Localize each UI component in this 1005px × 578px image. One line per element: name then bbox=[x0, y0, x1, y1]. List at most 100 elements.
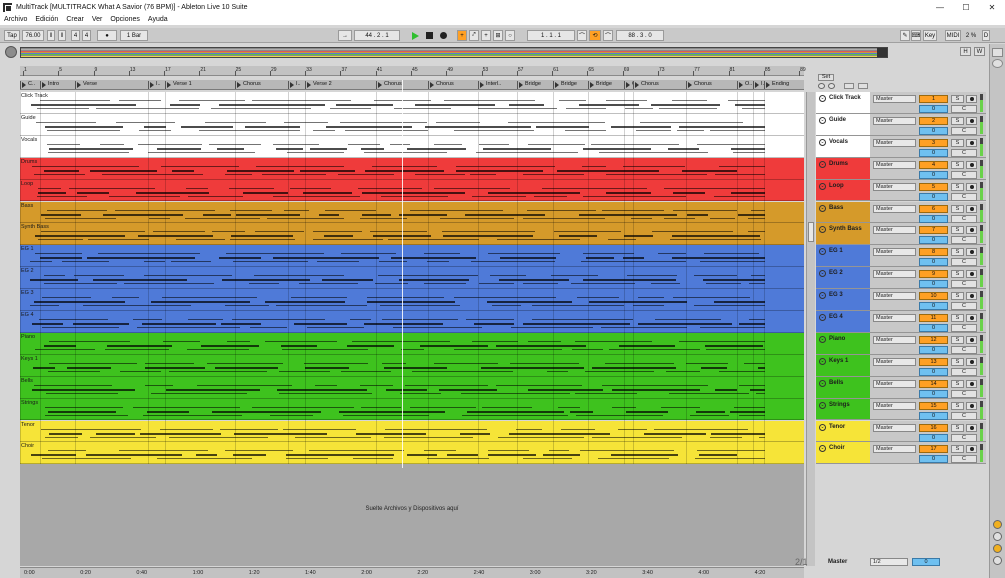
record-icon[interactable] bbox=[438, 30, 448, 41]
song-position-field[interactable]: 44 . 2 . 1 bbox=[354, 30, 400, 41]
cue-button[interactable]: C bbox=[951, 280, 977, 289]
follow-icon[interactable]: → bbox=[338, 30, 352, 41]
arm-record-icon[interactable] bbox=[966, 182, 977, 191]
solo-button[interactable]: S bbox=[951, 226, 964, 235]
output-route-select[interactable]: Master bbox=[873, 335, 916, 344]
master-output-route[interactable]: 1/2 bbox=[870, 558, 908, 566]
track-header[interactable]: ⌄ Click Track Master 1 0 S C bbox=[816, 92, 986, 114]
output-route-select[interactable]: Master bbox=[873, 314, 916, 322]
cue-button[interactable]: C bbox=[951, 411, 977, 420]
track-volume[interactable]: 0 bbox=[919, 258, 948, 267]
output-route-select[interactable]: Master bbox=[873, 401, 916, 410]
fold-icon[interactable]: ⌄ bbox=[819, 160, 826, 168]
cue-button[interactable]: C bbox=[951, 236, 977, 245]
track-title-bar[interactable]: ⌄ Piano bbox=[816, 332, 870, 354]
track-title-bar[interactable]: ⌄ Bass bbox=[816, 201, 870, 223]
minimize-button[interactable]: — bbox=[927, 3, 953, 12]
menu-crear[interactable]: Crear bbox=[66, 16, 84, 23]
re-enable-automation-icon[interactable]: + bbox=[481, 30, 491, 41]
solo-button[interactable]: S bbox=[951, 270, 964, 279]
time-ruler[interactable]: 0:00 0:20 0:40 1:00 1:20 1:40 2:00 2:20 2:40 3:00… bbox=[20, 567, 804, 578]
solo-button[interactable]: S bbox=[951, 292, 964, 301]
fold-icon[interactable]: ⌄ bbox=[819, 379, 826, 387]
solo-button[interactable]: S bbox=[951, 95, 964, 103]
arm-record-icon[interactable] bbox=[966, 445, 977, 454]
session-record-icon[interactable]: ○ bbox=[505, 30, 515, 41]
track-activator[interactable]: 5 bbox=[919, 182, 948, 191]
solo-button[interactable]: S bbox=[951, 335, 964, 344]
fold-icon[interactable]: ⌄ bbox=[819, 357, 826, 365]
track-volume[interactable]: 0 bbox=[919, 214, 948, 223]
returns-icon[interactable] bbox=[993, 544, 1002, 553]
vertical-scrollbar[interactable] bbox=[806, 92, 815, 566]
track-activator[interactable]: 16 bbox=[919, 423, 948, 432]
sends-icon[interactable] bbox=[993, 532, 1002, 541]
arrangement-overview[interactable] bbox=[20, 47, 888, 58]
close-button[interactable]: ✕ bbox=[979, 3, 1005, 12]
track-volume[interactable]: 0 bbox=[919, 324, 948, 332]
track-activator[interactable]: 11 bbox=[919, 314, 948, 322]
track-volume[interactable]: 0 bbox=[919, 411, 948, 420]
track-title-bar[interactable]: ⌄ EG 1 bbox=[816, 245, 870, 267]
fold-icon[interactable]: ⌄ bbox=[819, 292, 826, 300]
forward-icon[interactable] bbox=[828, 83, 835, 89]
fold-icon[interactable]: ⌄ bbox=[819, 270, 826, 278]
track-volume[interactable]: 0 bbox=[919, 148, 948, 157]
output-route-select[interactable]: Master bbox=[873, 379, 916, 388]
track-activator[interactable]: 8 bbox=[919, 248, 948, 257]
overview-zoom-icon[interactable] bbox=[5, 46, 17, 58]
solo-button[interactable]: S bbox=[951, 160, 964, 169]
loop-length-field[interactable]: 88 . 3 . 0 bbox=[616, 30, 664, 41]
locator-marker[interactable]: Bridge bbox=[517, 81, 553, 89]
browser-toggle-icon[interactable] bbox=[992, 59, 1003, 68]
output-route-select[interactable]: Master bbox=[873, 95, 916, 103]
nudge-up-icon[interactable]: ‖ bbox=[58, 30, 66, 41]
menu-opciones[interactable]: Opciones bbox=[110, 16, 140, 23]
cue-button[interactable]: C bbox=[951, 148, 977, 157]
locator-marker[interactable]: Verse bbox=[75, 81, 148, 89]
locator-marker[interactable]: Intro bbox=[40, 81, 75, 89]
loop-start-field[interactable]: 1 . 1 . 1 bbox=[527, 30, 575, 41]
punch-in-icon[interactable]: ⌒ bbox=[577, 30, 587, 41]
solo-button[interactable]: S bbox=[951, 138, 964, 147]
track-activator[interactable]: 15 bbox=[919, 401, 948, 410]
cue-button[interactable]: C bbox=[951, 192, 977, 201]
track-activator[interactable]: 12 bbox=[919, 335, 948, 344]
locator-marker[interactable]: Bridge bbox=[588, 81, 624, 89]
solo-button[interactable]: S bbox=[951, 248, 964, 257]
arm-record-icon[interactable] bbox=[966, 292, 977, 301]
solo-button[interactable]: S bbox=[951, 116, 964, 125]
fold-icon[interactable]: ⌄ bbox=[819, 445, 826, 453]
master-volume[interactable]: 0 bbox=[912, 558, 940, 566]
track-header[interactable]: ⌄ Drums Master 4 0 S C bbox=[816, 157, 986, 180]
track-volume[interactable]: 0 bbox=[919, 455, 948, 464]
locator-lane[interactable]: C.. Intro Verse I.. Verse 1 Chorus I.. Verse 2C… bbox=[20, 80, 804, 90]
track-activator[interactable]: 6 bbox=[919, 204, 948, 213]
locator-marker[interactable]: I.. bbox=[288, 81, 305, 89]
arm-record-icon[interactable] bbox=[966, 379, 977, 388]
track-header[interactable]: ⌄ Piano Master 12 0 S C bbox=[816, 332, 986, 355]
locator-marker[interactable]: Chorus bbox=[235, 81, 288, 89]
track-volume[interactable]: 0 bbox=[919, 105, 948, 113]
tempo-field[interactable]: 76.00 bbox=[22, 30, 44, 41]
menu-ayuda[interactable]: Ayuda bbox=[148, 16, 168, 23]
track-title-bar[interactable]: ⌄ Drums bbox=[816, 157, 870, 179]
track-activator[interactable]: 17 bbox=[919, 445, 948, 454]
track-title-bar[interactable]: ⌄ Vocals bbox=[816, 135, 870, 157]
track-header[interactable]: ⌄ Bass Master 6 0 S C bbox=[816, 201, 986, 224]
signature-numerator[interactable]: 4 bbox=[71, 30, 80, 41]
quantize-menu[interactable]: 1 Bar bbox=[120, 30, 148, 41]
track-title-bar[interactable]: ⌄ EG 3 bbox=[816, 289, 870, 310]
arm-record-icon[interactable] bbox=[966, 248, 977, 257]
locator-marker[interactable]: Verse 1 bbox=[165, 81, 235, 89]
track-title-bar[interactable]: ⌄ Keys 1 bbox=[816, 354, 870, 376]
mixer-icon[interactable] bbox=[993, 556, 1002, 565]
locator-marker[interactable]: O.. bbox=[737, 81, 753, 89]
locator-marker[interactable]: C.. bbox=[20, 81, 40, 89]
solo-button[interactable]: S bbox=[951, 204, 964, 213]
track-activator[interactable]: 14 bbox=[919, 379, 948, 388]
track-title-bar[interactable]: ⌄ Click Track bbox=[816, 92, 870, 113]
track-header[interactable]: ⌄ EG 4 Master 11 0 S C bbox=[816, 311, 986, 333]
key-map-button[interactable]: Key bbox=[923, 30, 937, 41]
expand-icon[interactable] bbox=[844, 83, 854, 89]
